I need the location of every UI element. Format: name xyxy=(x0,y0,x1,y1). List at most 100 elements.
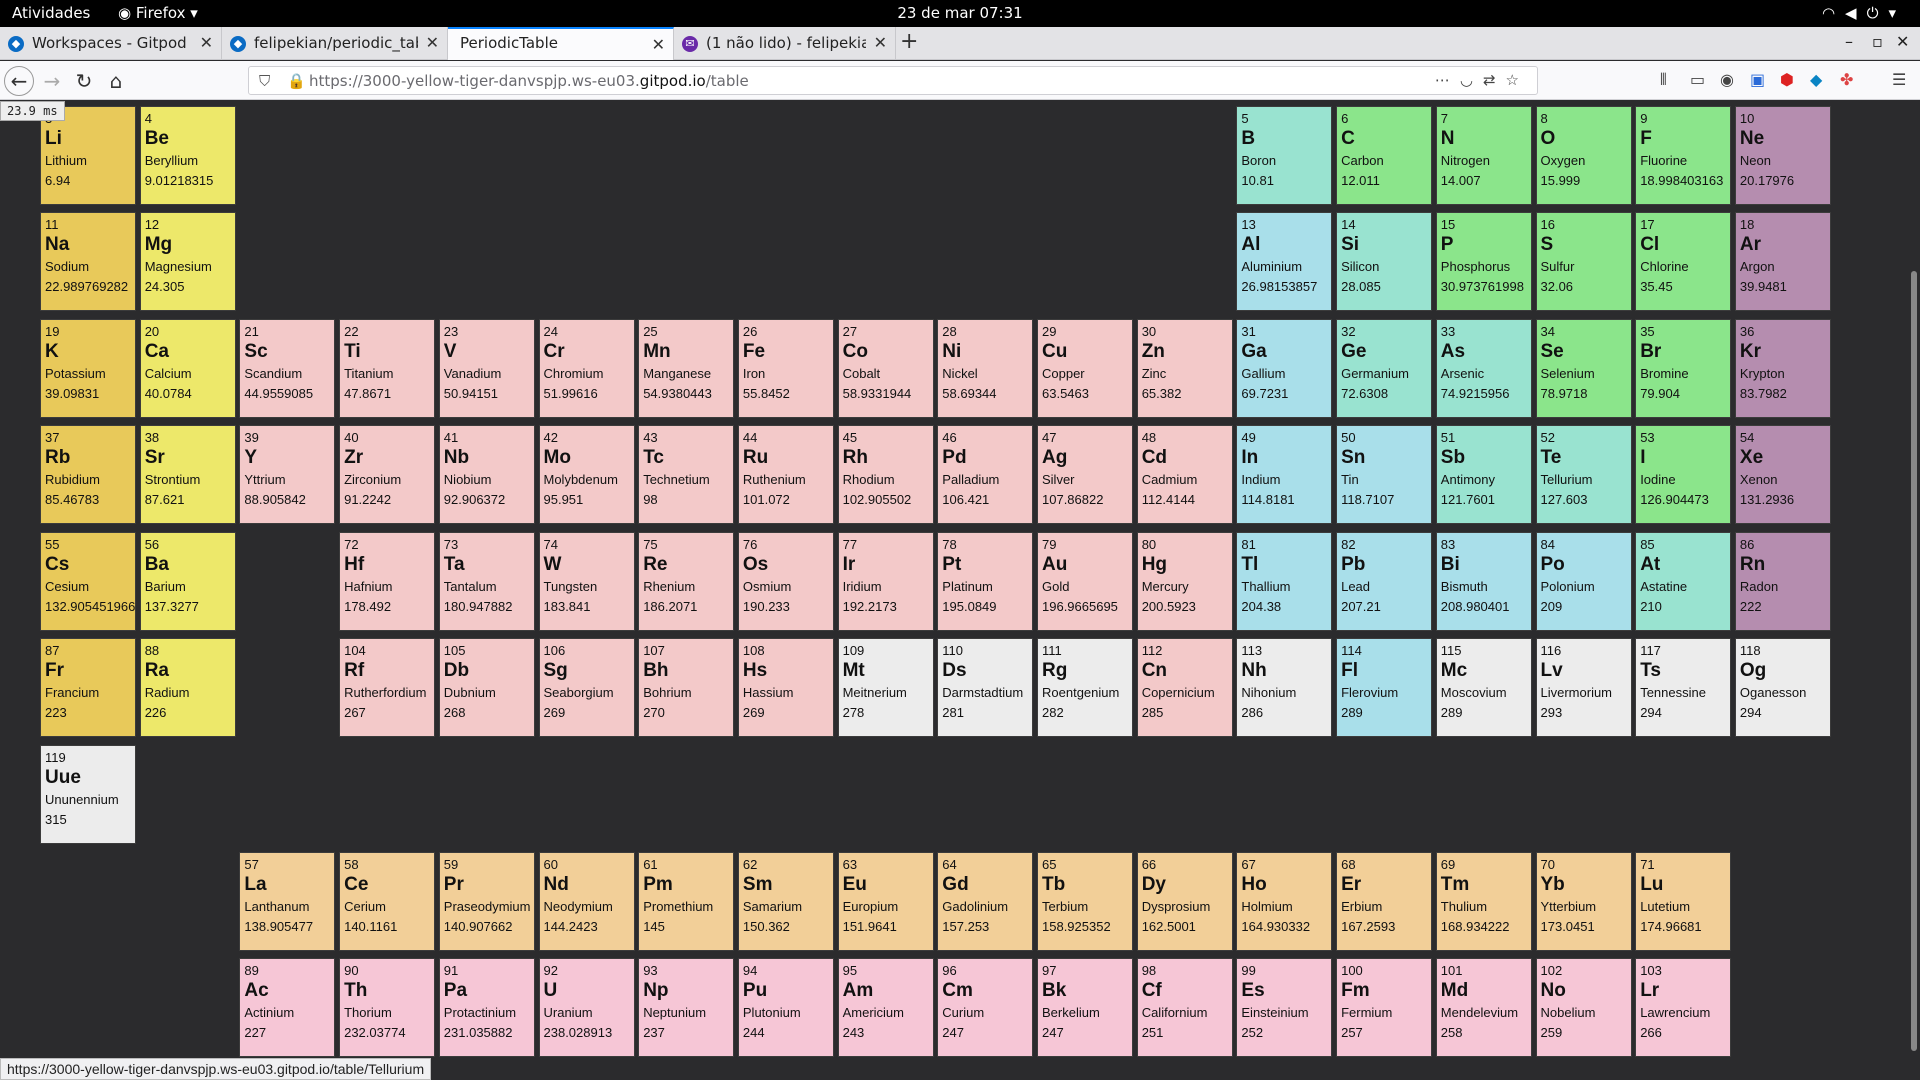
element-tile-ho[interactable]: 67 Ho Holmium 164.930332 xyxy=(1236,852,1333,951)
element-tile-nd[interactable]: 60 Nd Neodymium 144.2423 xyxy=(538,852,635,951)
element-tile-hf[interactable]: 72 Hf Hafnium 178.492 xyxy=(339,532,436,631)
element-tile-ge[interactable]: 32 Ge Germanium 72.6308 xyxy=(1336,319,1433,418)
element-tile-ag[interactable]: 47 Ag Silver 107.86822 xyxy=(1037,425,1133,524)
element-tile-no[interactable]: 102 No Nobelium 259 xyxy=(1535,958,1632,1057)
extension-icon[interactable]: ✤ xyxy=(1840,70,1853,89)
element-tile-hs[interactable]: 108 Hs Hassium 269 xyxy=(737,638,834,737)
element-tile-ds[interactable]: 110 Ds Darmstadtium 281 xyxy=(937,638,1034,737)
element-tile-rn[interactable]: 86 Rn Radon 222 xyxy=(1734,532,1831,631)
element-tile-ts[interactable]: 117 Ts Tennessine 294 xyxy=(1635,638,1732,737)
translate-extension-icon[interactable]: ▣ xyxy=(1750,70,1765,89)
system-tray[interactable]: ◠◀⏻▾ xyxy=(1822,4,1906,22)
element-tile-b[interactable]: 5 B Boron 10.81 xyxy=(1236,106,1333,205)
element-tile-ni[interactable]: 28 Ni Nickel 58.69344 xyxy=(937,319,1034,418)
element-tile-rf[interactable]: 104 Rf Rutherfordium 267 xyxy=(339,638,436,737)
element-tile-at[interactable]: 85 At Astatine 210 xyxy=(1635,532,1732,631)
element-tile-al[interactable]: 13 Al Aluminium 26.98153857 xyxy=(1236,212,1333,311)
element-tile-w[interactable]: 74 W Tungsten 183.841 xyxy=(538,532,635,631)
element-tile-sr[interactable]: 38 Sr Strontium 87.621 xyxy=(139,425,236,524)
element-tile-lu[interactable]: 71 Lu Lutetium 174.96681 xyxy=(1635,852,1732,951)
shield-icon[interactable]: ⛉ xyxy=(259,72,270,90)
element-tile-cn[interactable]: 112 Cn Copernicium 285 xyxy=(1136,638,1233,737)
minimize-icon[interactable]: – xyxy=(1845,32,1853,51)
element-tile-uue[interactable]: 119 Uue Ununennium 315 xyxy=(40,745,136,844)
element-tile-si[interactable]: 14 Si Silicon 28.085 xyxy=(1336,212,1433,311)
element-tile-re[interactable]: 75 Re Rhenium 186.2071 xyxy=(638,532,735,631)
element-tile-mc[interactable]: 115 Mc Moscovium 289 xyxy=(1435,638,1532,737)
element-tile-ir[interactable]: 77 Ir Iridium 192.2173 xyxy=(837,532,934,631)
element-tile-bi[interactable]: 83 Bi Bismuth 208.980401 xyxy=(1435,532,1532,631)
scrollbar-thumb[interactable] xyxy=(1911,271,1917,1051)
pocket-icon[interactable]: ◡ xyxy=(1460,71,1483,89)
element-tile-s[interactable]: 16 S Sulfur 32.06 xyxy=(1535,212,1632,311)
element-tile-ar[interactable]: 18 Ar Argon 39.9481 xyxy=(1734,212,1831,311)
element-tile-ce[interactable]: 58 Ce Cerium 140.1161 xyxy=(339,852,436,951)
element-tile-rh[interactable]: 45 Rh Rhodium 102.905502 xyxy=(837,425,934,524)
element-tile-sc[interactable]: 21 Sc Scandium 44.9559085 xyxy=(239,319,336,418)
tab-mail[interactable]: ✉ (1 não lido) - felipekian@ ✕ xyxy=(674,27,896,60)
translate-icon[interactable]: ⇄ xyxy=(1483,71,1506,89)
element-tile-ne[interactable]: 10 Ne Neon 20.17976 xyxy=(1734,106,1831,205)
element-tile-cm[interactable]: 96 Cm Curium 247 xyxy=(937,958,1034,1057)
tab-workspaces[interactable]: ◆ Workspaces - Gitpod ✕ xyxy=(0,27,222,60)
close-icon[interactable]: ✕ xyxy=(426,33,439,52)
element-tile-fe[interactable]: 26 Fe Iron 55.8452 xyxy=(737,319,834,418)
element-tile-u[interactable]: 92 U Uranium 238.028913 xyxy=(538,958,635,1057)
element-tile-lv[interactable]: 116 Lv Livermorium 293 xyxy=(1535,638,1632,737)
element-tile-mn[interactable]: 25 Mn Manganese 54.9380443 xyxy=(638,319,735,418)
element-tile-sm[interactable]: 62 Sm Samarium 150.362 xyxy=(737,852,834,951)
element-tile-sg[interactable]: 106 Sg Seaborgium 269 xyxy=(538,638,635,737)
element-tile-tm[interactable]: 69 Tm Thulium 168.934222 xyxy=(1435,852,1532,951)
element-tile-sb[interactable]: 51 Sb Antimony 121.7601 xyxy=(1435,425,1532,524)
home-icon[interactable]: ⌂ xyxy=(102,67,130,95)
element-tile-br[interactable]: 35 Br Bromine 79.904 xyxy=(1635,319,1732,418)
element-tile-fl[interactable]: 114 Fl Flerovium 289 xyxy=(1336,638,1433,737)
element-tile-po[interactable]: 84 Po Polonium 209 xyxy=(1535,532,1632,631)
element-tile-th[interactable]: 90 Th Thorium 232.03774 xyxy=(339,958,436,1057)
element-tile-xe[interactable]: 54 Xe Xenon 131.2936 xyxy=(1734,425,1831,524)
element-tile-ru[interactable]: 44 Ru Ruthenium 101.072 xyxy=(737,425,834,524)
page-actions[interactable]: ⋯◡⇄☆ xyxy=(1435,71,1529,89)
forward-arrow-icon[interactable]: → xyxy=(38,67,66,95)
element-tile-np[interactable]: 93 Np Neptunium 237 xyxy=(638,958,735,1057)
element-tile-cu[interactable]: 29 Cu Copper 63.5463 xyxy=(1037,319,1133,418)
element-tile-ti[interactable]: 22 Ti Titanium 47.8671 xyxy=(339,319,436,418)
scrollbar[interactable] xyxy=(1908,101,1920,1080)
element-tile-fm[interactable]: 100 Fm Fermium 257 xyxy=(1336,958,1433,1057)
element-tile-cl[interactable]: 17 Cl Chlorine 35.45 xyxy=(1635,212,1732,311)
element-tile-eu[interactable]: 63 Eu Europium 151.9641 xyxy=(837,852,934,951)
element-tile-i[interactable]: 53 I Iodine 126.904473 xyxy=(1635,425,1732,524)
gitpod-extension-icon[interactable]: ◆ xyxy=(1810,70,1822,89)
element-tile-es[interactable]: 99 Es Einsteinium 252 xyxy=(1236,958,1333,1057)
element-tile-pt[interactable]: 78 Pt Platinum 195.0849 xyxy=(937,532,1034,631)
element-tile-mt[interactable]: 109 Mt Meitnerium 278 xyxy=(837,638,934,737)
element-tile-pd[interactable]: 46 Pd Palladium 106.421 xyxy=(937,425,1034,524)
element-tile-in[interactable]: 49 In Indium 114.8181 xyxy=(1236,425,1333,524)
element-tile-tb[interactable]: 65 Tb Terbium 158.925352 xyxy=(1037,852,1133,951)
element-tile-la[interactable]: 57 La Lanthanum 138.905477 xyxy=(239,852,336,951)
element-tile-ba[interactable]: 56 Ba Barium 137.3277 xyxy=(139,532,236,631)
url-bar[interactable]: ⛉ 🔒 https://3000-yellow-tiger-danvspjp.w… xyxy=(248,66,1538,95)
element-tile-tl[interactable]: 81 Tl Thallium 204.38 xyxy=(1236,532,1333,631)
element-tile-zn[interactable]: 30 Zn Zinc 65.382 xyxy=(1136,319,1233,418)
element-tile-c[interactable]: 6 C Carbon 12.011 xyxy=(1336,106,1433,205)
element-tile-na[interactable]: 11 Na Sodium 22.989769282 xyxy=(40,212,136,311)
element-tile-pu[interactable]: 94 Pu Plutonium 244 xyxy=(737,958,834,1057)
element-tile-as[interactable]: 33 As Arsenic 74.9215956 xyxy=(1435,319,1532,418)
element-tile-ra[interactable]: 88 Ra Radium 226 xyxy=(139,638,236,737)
element-tile-yb[interactable]: 70 Yb Ytterbium 173.0451 xyxy=(1535,852,1632,951)
element-tile-k[interactable]: 19 K Potassium 39.09831 xyxy=(40,319,136,418)
close-window-icon[interactable]: ✕ xyxy=(1896,32,1909,51)
element-tile-nb[interactable]: 41 Nb Niobium 92.906372 xyxy=(438,425,535,524)
clock[interactable]: 23 de mar 07:31 xyxy=(0,4,1920,22)
element-tile-pr[interactable]: 59 Pr Praseodymium 140.907662 xyxy=(438,852,535,951)
element-tile-ta[interactable]: 73 Ta Tantalum 180.947882 xyxy=(438,532,535,631)
element-tile-y[interactable]: 39 Y Yttrium 88.905842 xyxy=(239,425,336,524)
element-tile-nh[interactable]: 113 Nh Nihonium 286 xyxy=(1236,638,1333,737)
element-tile-cr[interactable]: 24 Cr Chromium 51.99616 xyxy=(538,319,635,418)
more-icon[interactable]: ⋯ xyxy=(1435,71,1460,89)
element-tile-au[interactable]: 79 Au Gold 196.9665695 xyxy=(1037,532,1133,631)
close-icon[interactable]: ✕ xyxy=(200,33,213,52)
element-tile-n[interactable]: 7 N Nitrogen 14.007 xyxy=(1435,106,1532,205)
element-tile-te[interactable]: 52 Te Tellurium 127.603 xyxy=(1535,425,1632,524)
